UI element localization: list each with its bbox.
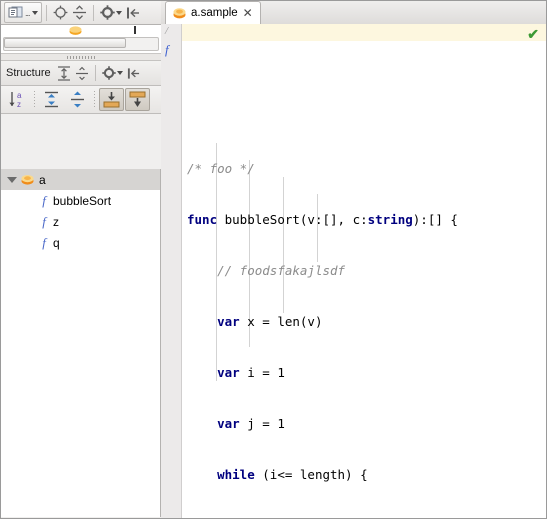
structure-toolbar-divider-2 [94,90,95,109]
editor-gutter[interactable]: / f [161,24,182,518]
structure-title: Structure [6,67,51,79]
locate-button[interactable] [51,2,70,23]
file-selector-label: ... [25,7,30,18]
left-tool-column: ... Structure a z a f bubbleSort f z f q [1,1,161,518]
svg-text:a: a [17,91,22,100]
dropdown-caret-icon [31,10,38,15]
scrollbar-thumb[interactable] [4,38,126,48]
hide-icon [126,7,139,18]
tree-node-label: q [53,235,60,250]
code-line: func bubbleSort(v:[], c:string):[] { [187,212,458,227]
collapse-button[interactable] [70,2,89,23]
tab-label: a.sample [191,7,238,19]
settings-caret-icon [115,10,122,15]
file-type-icon [173,8,186,19]
toolbar-divider-2 [92,4,94,21]
file-type-icon [69,26,82,35]
collapse-all-icon [75,66,88,80]
hide-icon [127,67,139,79]
chevron-down-icon[interactable] [7,176,17,183]
comment-gutter-icon: / [165,25,169,37]
collapse-all-header-button[interactable] [73,63,91,84]
code-line: var j = 1 [217,416,285,431]
structure-header-divider [94,65,96,81]
expand-all-icon [45,91,58,108]
indent-guide [317,194,318,262]
structure-settings-button[interactable] [100,63,125,84]
editor-tab-bar: a.sample ✕ [161,1,546,25]
settings-caret-icon [116,71,123,75]
file-selector-combo[interactable]: ... [4,2,42,23]
autoscroll-to-source-icon [103,92,120,108]
autoscroll-from-source-icon [129,91,146,107]
collapse-all-icon [71,91,84,108]
tree-node-label: z [53,214,59,229]
expand-all-button[interactable] [39,88,64,111]
collapse-all-button[interactable] [65,88,90,111]
editor-area: a.sample ✕ / f ✔ /* foo */ func bubbleSo… [161,1,546,518]
settings-button[interactable] [98,2,124,23]
structure-toolbar-divider [34,90,35,109]
tree-node-bubblesort[interactable]: f bubbleSort [1,190,160,211]
code-line: // foodsfakajlsdf [217,263,346,278]
collapse-icon [72,5,86,20]
code-content[interactable]: /* foo */ func bubbleSort(v:[], c:string… [182,24,546,518]
tree-node-label: bubbleSort [53,193,112,208]
indent-guide [283,177,284,313]
hide-button[interactable] [124,2,142,23]
tree-node-q[interactable]: f q [1,232,160,253]
preview-toolbar: ... [1,1,161,25]
code-text: /* foo */ [187,161,255,176]
svg-text:z: z [17,100,21,109]
function-icon: f [42,213,46,229]
sort-alphabetically-button[interactable]: a z [5,88,30,111]
code-line: j = 1 [187,517,546,518]
close-icon[interactable]: ✕ [243,7,253,19]
autoscroll-from-source-button[interactable] [125,88,150,111]
gear-icon [101,66,116,80]
code-line: while (i<= length) { [217,467,368,482]
structure-header: Structure [1,61,161,86]
structure-hide-button[interactable] [125,63,142,84]
autoscroll-to-source-button[interactable] [99,88,124,111]
panel-splitter[interactable] [1,54,161,61]
structure-tree: a f bubbleSort f z f q [1,169,161,517]
function-gutter-icon[interactable]: f [165,42,169,58]
sort-alphabetical-icon: a z [9,91,22,109]
code-editor[interactable]: / f ✔ /* foo */ func bubbleSort(v:[], c:… [161,24,546,518]
expand-all-icon [57,65,70,81]
structure-toolbar: a z [1,86,161,114]
ide-window: ... Structure a z a f bubbleSort f z f q… [0,0,547,519]
preview-horizontal-scrollbar[interactable] [3,37,159,51]
package-icon [21,175,34,185]
gear-icon [99,5,115,20]
tree-node-label: a [39,172,46,187]
editor-tab-a-sample[interactable]: a.sample ✕ [165,1,261,25]
expand-all-header-button[interactable] [55,63,73,84]
function-icon: f [42,192,46,208]
preview-caret-mark [134,26,136,34]
code-line: var i = 1 [217,365,285,380]
toolbar-divider [45,4,47,21]
function-icon: f [42,234,46,250]
file-preview-strip [1,25,161,54]
tree-node-z[interactable]: f z [1,211,160,232]
splitter-grip-icon [67,55,95,59]
locate-icon [53,5,67,20]
code-line: var x = len(v) [217,314,323,329]
code-line: /* foo */ [187,160,546,177]
file-preview-icon [8,6,23,18]
tree-node-root[interactable]: a [1,169,160,190]
